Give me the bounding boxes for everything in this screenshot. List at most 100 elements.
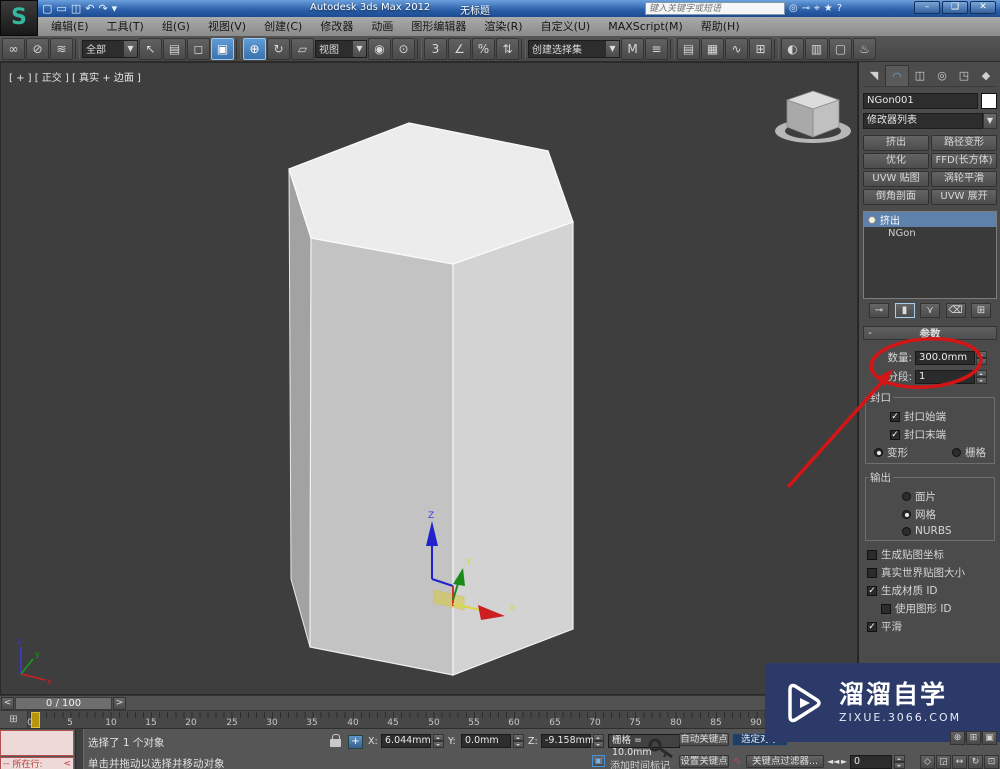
- zoom-extents-icon[interactable]: ▣: [982, 731, 997, 745]
- next-frame-button[interactable]: >: [113, 697, 126, 710]
- curve-editor-icon[interactable]: ∿: [725, 38, 748, 60]
- rectangular-selection-region-icon[interactable]: ◻: [187, 38, 210, 60]
- amount-field[interactable]: 300.0mm: [915, 351, 975, 365]
- previous-key-icon[interactable]: ◄◄: [827, 757, 839, 766]
- zoom-icon[interactable]: ⊕: [950, 731, 965, 745]
- help-icon[interactable]: ?: [837, 3, 842, 14]
- zoom-all-icon[interactable]: ⊞: [966, 731, 981, 745]
- open-file-icon[interactable]: ▭: [56, 2, 66, 15]
- menu-create[interactable]: 创建(C): [255, 17, 311, 36]
- parameters-rollout-header[interactable]: - 参数: [863, 326, 997, 340]
- modify-tab[interactable]: ◠: [885, 65, 909, 86]
- material-editor-icon[interactable]: ◐: [781, 38, 804, 60]
- gen-mapping-checkbox[interactable]: [867, 550, 877, 560]
- display-tab[interactable]: ◳: [953, 65, 975, 86]
- unlink-selection-icon[interactable]: ⊘: [26, 38, 49, 60]
- segments-spinner[interactable]: [976, 370, 987, 384]
- morph-radio[interactable]: [874, 448, 883, 457]
- rendered-frame-icon[interactable]: ▢: [829, 38, 852, 60]
- set-key-button[interactable]: 设置关键点: [679, 755, 729, 768]
- grid-radio[interactable]: [952, 448, 961, 457]
- minimize-button[interactable]: –: [914, 1, 940, 14]
- path-deform-button[interactable]: 路径变形: [931, 135, 997, 151]
- listener-scroll-arrow[interactable]: <: [63, 759, 71, 769]
- pan-icon[interactable]: ↔: [952, 755, 967, 769]
- percent-snap-icon[interactable]: %: [472, 38, 495, 60]
- object-name-field[interactable]: NGon001: [863, 93, 978, 109]
- window-crossing-icon[interactable]: ▣: [211, 38, 234, 60]
- 3dsmax-logo[interactable]: S: [0, 0, 38, 36]
- angle-snap-icon[interactable]: ∠: [448, 38, 471, 60]
- save-file-icon[interactable]: ◫: [71, 2, 81, 15]
- selection-filter-dropdown[interactable]: 全部▼: [82, 40, 138, 58]
- menu-graph-editors[interactable]: 图形编辑器: [402, 17, 475, 36]
- render-setup-icon[interactable]: ▥: [805, 38, 828, 60]
- ffd-box-button[interactable]: FFD(长方体): [931, 153, 997, 169]
- make-unique-icon[interactable]: ⋎: [920, 303, 940, 318]
- named-selection-set-dropdown[interactable]: 创建选择集▼: [528, 40, 620, 58]
- segments-field[interactable]: 1: [915, 370, 975, 384]
- close-button[interactable]: ✕: [970, 1, 996, 14]
- amount-spinner[interactable]: [976, 351, 987, 365]
- cap-start-checkbox[interactable]: ✓: [890, 412, 900, 422]
- realworld-checkbox[interactable]: [867, 568, 877, 578]
- ref-coord-dropdown[interactable]: 视图▼: [315, 40, 367, 58]
- schematic-view-icon[interactable]: ⊞: [749, 38, 772, 60]
- maximize-button[interactable]: ❑: [942, 1, 968, 14]
- stack-item-extrude[interactable]: 挤出: [864, 212, 996, 227]
- hierarchy-tab[interactable]: ◫: [909, 65, 931, 86]
- menu-animation[interactable]: 动画: [362, 17, 402, 36]
- use-pivot-point-icon[interactable]: ◉: [368, 38, 391, 60]
- stack-item-ngon[interactable]: NGon: [864, 227, 996, 241]
- viewport[interactable]: [ + ] [ 正交 ] [ 真实 + 边面 ]: [0, 62, 858, 695]
- new-scene-icon[interactable]: ▢: [42, 2, 52, 15]
- uvw-map-button[interactable]: UVW 贴图: [863, 171, 929, 187]
- communication-center-icon[interactable]: ⌖: [814, 3, 820, 14]
- menu-customize[interactable]: 自定义(U): [532, 17, 600, 36]
- bind-to-space-warp-icon[interactable]: ≋: [50, 38, 73, 60]
- extrude-button[interactable]: 挤出: [863, 135, 929, 151]
- z-coordinate-field[interactable]: -9.158mm: [541, 734, 591, 748]
- favorites-star-icon[interactable]: ★: [824, 3, 833, 14]
- listener-splitter[interactable]: [75, 729, 84, 769]
- viewport-label[interactable]: [ + ] [ 正交 ] [ 真实 + 边面 ]: [9, 69, 141, 84]
- mesh-radio[interactable]: [902, 510, 911, 519]
- timeline-ruler[interactable]: ⊞ 0 5 10 15 20 25 30 35 40 45 50 55 60 6…: [0, 710, 858, 728]
- menu-views[interactable]: 视图(V): [199, 17, 255, 36]
- chevron-down-icon[interactable]: ▼: [124, 41, 137, 57]
- auto-key-button[interactable]: 自动关键点: [679, 733, 729, 746]
- select-object-icon[interactable]: ↖: [139, 38, 162, 60]
- search-input[interactable]: [645, 2, 785, 15]
- fov-icon[interactable]: ◇: [920, 755, 935, 769]
- next-key-icon[interactable]: ►: [841, 757, 847, 766]
- menu-edit[interactable]: 编辑(E): [42, 17, 98, 36]
- use-shapeid-checkbox[interactable]: [881, 604, 891, 614]
- select-and-rotate-icon[interactable]: ↻: [267, 38, 290, 60]
- cap-end-checkbox[interactable]: ✓: [890, 430, 900, 440]
- select-and-link-icon[interactable]: ∞: [2, 38, 25, 60]
- bevel-profile-button[interactable]: 倒角剖面: [863, 189, 929, 205]
- menu-group[interactable]: 组(G): [153, 17, 199, 36]
- x-coordinate-field[interactable]: 6.044mm: [381, 734, 431, 748]
- toolbar-options-icon[interactable]: ▾: [112, 2, 118, 15]
- motion-tab[interactable]: ◎: [931, 65, 953, 86]
- smooth-checkbox[interactable]: ✓: [867, 622, 877, 632]
- turbosmooth-button[interactable]: 涡轮平滑: [931, 171, 997, 187]
- select-by-name-icon[interactable]: ▤: [163, 38, 186, 60]
- menu-tools[interactable]: 工具(T): [98, 17, 153, 36]
- frame-spinner[interactable]: [894, 755, 905, 769]
- uvw-unwrap-button[interactable]: UVW 展开: [931, 189, 997, 205]
- create-tab[interactable]: ◥: [863, 65, 885, 86]
- show-end-result-icon[interactable]: ▮: [895, 303, 915, 318]
- align-icon[interactable]: ≡: [645, 38, 668, 60]
- selection-lock-icon[interactable]: [330, 739, 341, 747]
- optimize-button[interactable]: 优化: [863, 153, 929, 169]
- search-icon[interactable]: ◎: [789, 3, 798, 14]
- prev-frame-button[interactable]: <: [1, 697, 14, 710]
- select-and-move-icon[interactable]: ⊕: [243, 38, 266, 60]
- graphite-ribbon-icon[interactable]: ▦: [701, 38, 724, 60]
- key-filters-button[interactable]: 关键点过滤器...: [746, 755, 824, 768]
- select-and-scale-icon[interactable]: ▱: [291, 38, 314, 60]
- region-zoom-icon[interactable]: ◲: [936, 755, 951, 769]
- nurbs-radio[interactable]: [902, 527, 911, 536]
